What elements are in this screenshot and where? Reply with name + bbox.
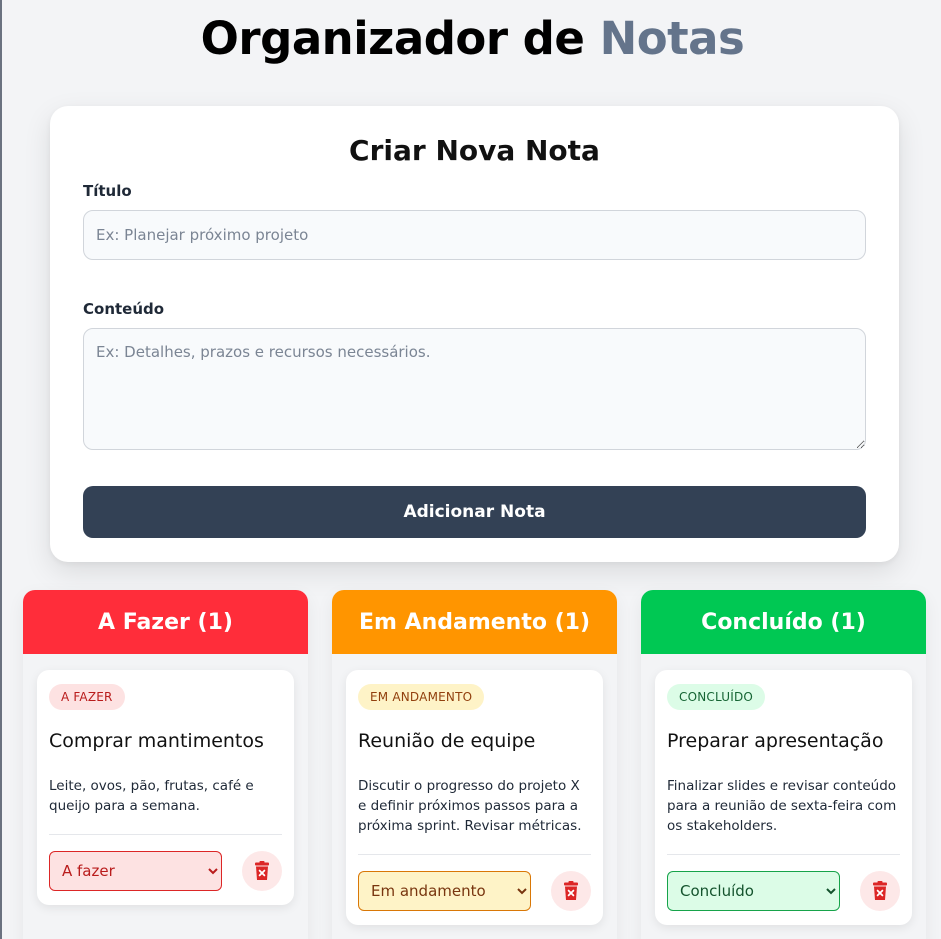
- title-label: Título: [83, 182, 132, 200]
- status-badge: CONCLUÍDO: [667, 684, 766, 710]
- column-in-progress: Em Andamento (1) EM ANDAMENTO Reunião de…: [332, 590, 617, 939]
- column-todo: A Fazer (1) A FAZER Comprar mantimentos …: [23, 590, 308, 939]
- note-card: CONCLUÍDO Preparar apresentação Finaliza…: [655, 670, 912, 925]
- column-todo-header: A Fazer (1): [23, 590, 308, 654]
- note-body: Finalizar slides e revisar conteúdo para…: [667, 778, 897, 834]
- content-label: Conteúdo: [83, 300, 165, 318]
- note-footer: Em andamento: [358, 855, 591, 925]
- note-title: Preparar apresentação: [667, 730, 884, 752]
- note-footer: Concluído: [667, 855, 900, 925]
- add-note-button[interactable]: Adicionar Nota: [83, 486, 866, 538]
- create-note-form: Criar Nova Nota Título Conteúdo Adiciona…: [50, 106, 899, 562]
- trash-icon: [873, 881, 887, 900]
- trash-icon: [255, 861, 269, 880]
- delete-note-button[interactable]: [242, 851, 282, 891]
- column-done: Concluído (1) CONCLUÍDO Preparar apresen…: [641, 590, 926, 939]
- status-select[interactable]: Concluído: [667, 871, 840, 911]
- note-body: Discutir o progresso do projeto X e defi…: [358, 778, 582, 834]
- form-title: Criar Nova Nota: [349, 134, 600, 167]
- content-textarea[interactable]: [83, 328, 866, 450]
- note-footer: A fazer: [49, 835, 282, 905]
- status-select[interactable]: Em andamento: [358, 871, 531, 911]
- page-title: Organizador de Notas: [2, 12, 941, 65]
- status-select[interactable]: A fazer: [49, 851, 222, 891]
- delete-note-button[interactable]: [551, 871, 591, 911]
- note-card: A FAZER Comprar mantimentos Leite, ovos,…: [37, 670, 294, 905]
- note-card: EM ANDAMENTO Reunião de equipe Discutir …: [346, 670, 603, 925]
- column-done-header: Concluído (1): [641, 590, 926, 654]
- note-body: Leite, ovos, pão, frutas, café e queijo …: [49, 778, 254, 814]
- note-title: Reunião de equipe: [358, 730, 536, 752]
- title-input[interactable]: [83, 210, 866, 260]
- column-in-progress-header: Em Andamento (1): [332, 590, 617, 654]
- note-title: Comprar mantimentos: [49, 730, 264, 752]
- trash-icon: [564, 881, 578, 900]
- page-title-accent: Notas: [599, 12, 745, 65]
- page-title-main: Organizador de: [200, 12, 600, 65]
- status-badge: EM ANDAMENTO: [358, 684, 485, 710]
- status-badge: A FAZER: [49, 684, 125, 710]
- delete-note-button[interactable]: [860, 871, 900, 911]
